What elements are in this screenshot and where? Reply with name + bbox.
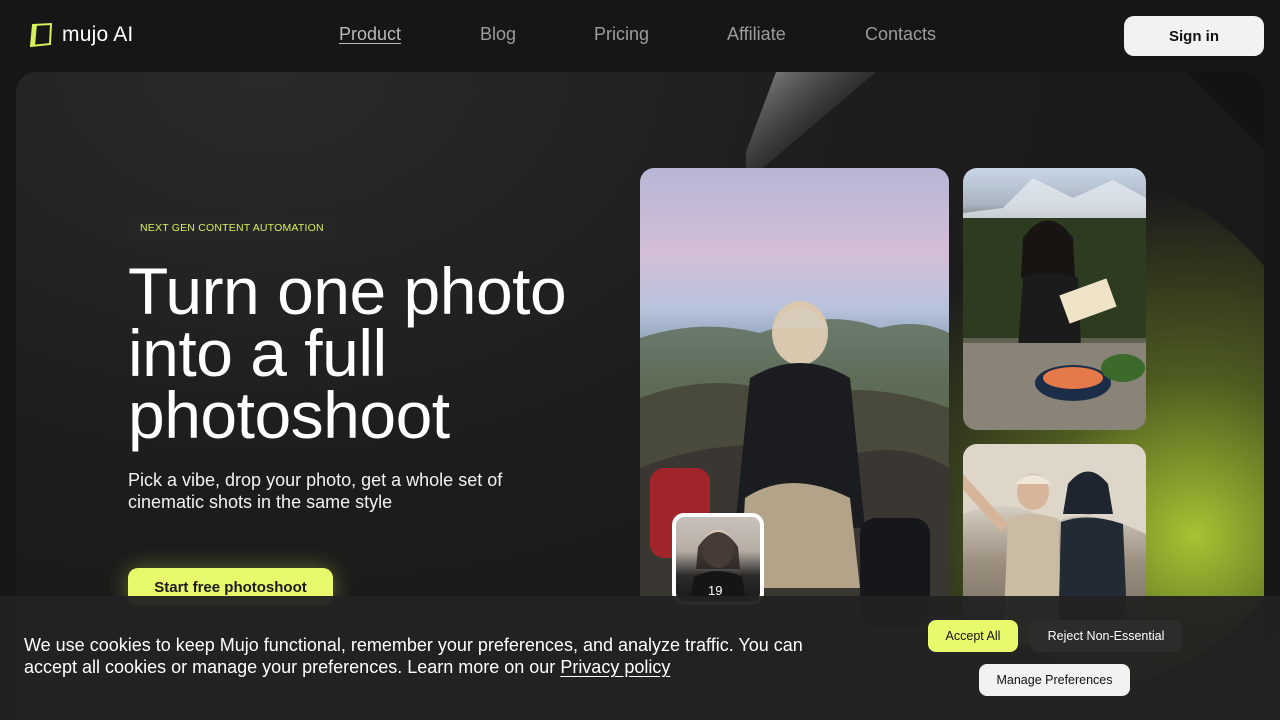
hero-title-line-2: into a full	[128, 316, 387, 390]
nav-item-contacts[interactable]: Contacts	[865, 24, 936, 45]
cookie-banner: We use cookies to keep Mujo functional, …	[0, 596, 1280, 720]
nav-item-pricing[interactable]: Pricing	[594, 24, 649, 45]
cookie-message: We use cookies to keep Mujo functional, …	[24, 634, 824, 678]
hero-photo-forest-reading	[963, 168, 1146, 430]
nav-item-blog[interactable]: Blog	[480, 24, 516, 45]
page: mujo AI Product Blog Pricing Affiliate C…	[0, 0, 1280, 720]
cookie-message-text: We use cookies to keep Mujo functional, …	[24, 635, 803, 677]
nav-item-affiliate[interactable]: Affiliate	[727, 24, 786, 45]
nav-item-product[interactable]: Product	[339, 24, 401, 45]
hero-title-line-1: Turn one photo	[128, 254, 567, 328]
hero-subtitle: Pick a vibe, drop your photo, get a whol…	[128, 470, 503, 512]
accept-all-button[interactable]: Accept All	[928, 620, 1018, 652]
site-header: mujo AI Product Blog Pricing Affiliate C…	[0, 0, 1280, 70]
reject-non-essential-button[interactable]: Reject Non-Essential	[1030, 620, 1182, 652]
manage-preferences-button[interactable]: Manage Preferences	[979, 664, 1130, 696]
selfie-image: 19	[690, 530, 746, 601]
forest-reading-image	[963, 178, 1146, 430]
sign-in-button[interactable]: Sign in	[1124, 16, 1264, 56]
hero-title-line-3: photoshoot	[128, 378, 450, 452]
hero-title: Turn one photo into a full photoshoot	[128, 254, 648, 452]
privacy-policy-link[interactable]: Privacy policy	[560, 657, 670, 677]
main-nav: Product Blog Pricing Affiliate Contacts	[0, 24, 1280, 48]
hero-badge: NEXT GEN CONTENT AUTOMATION	[128, 216, 336, 241]
source-selfie-thumbnail: 19	[672, 513, 764, 605]
